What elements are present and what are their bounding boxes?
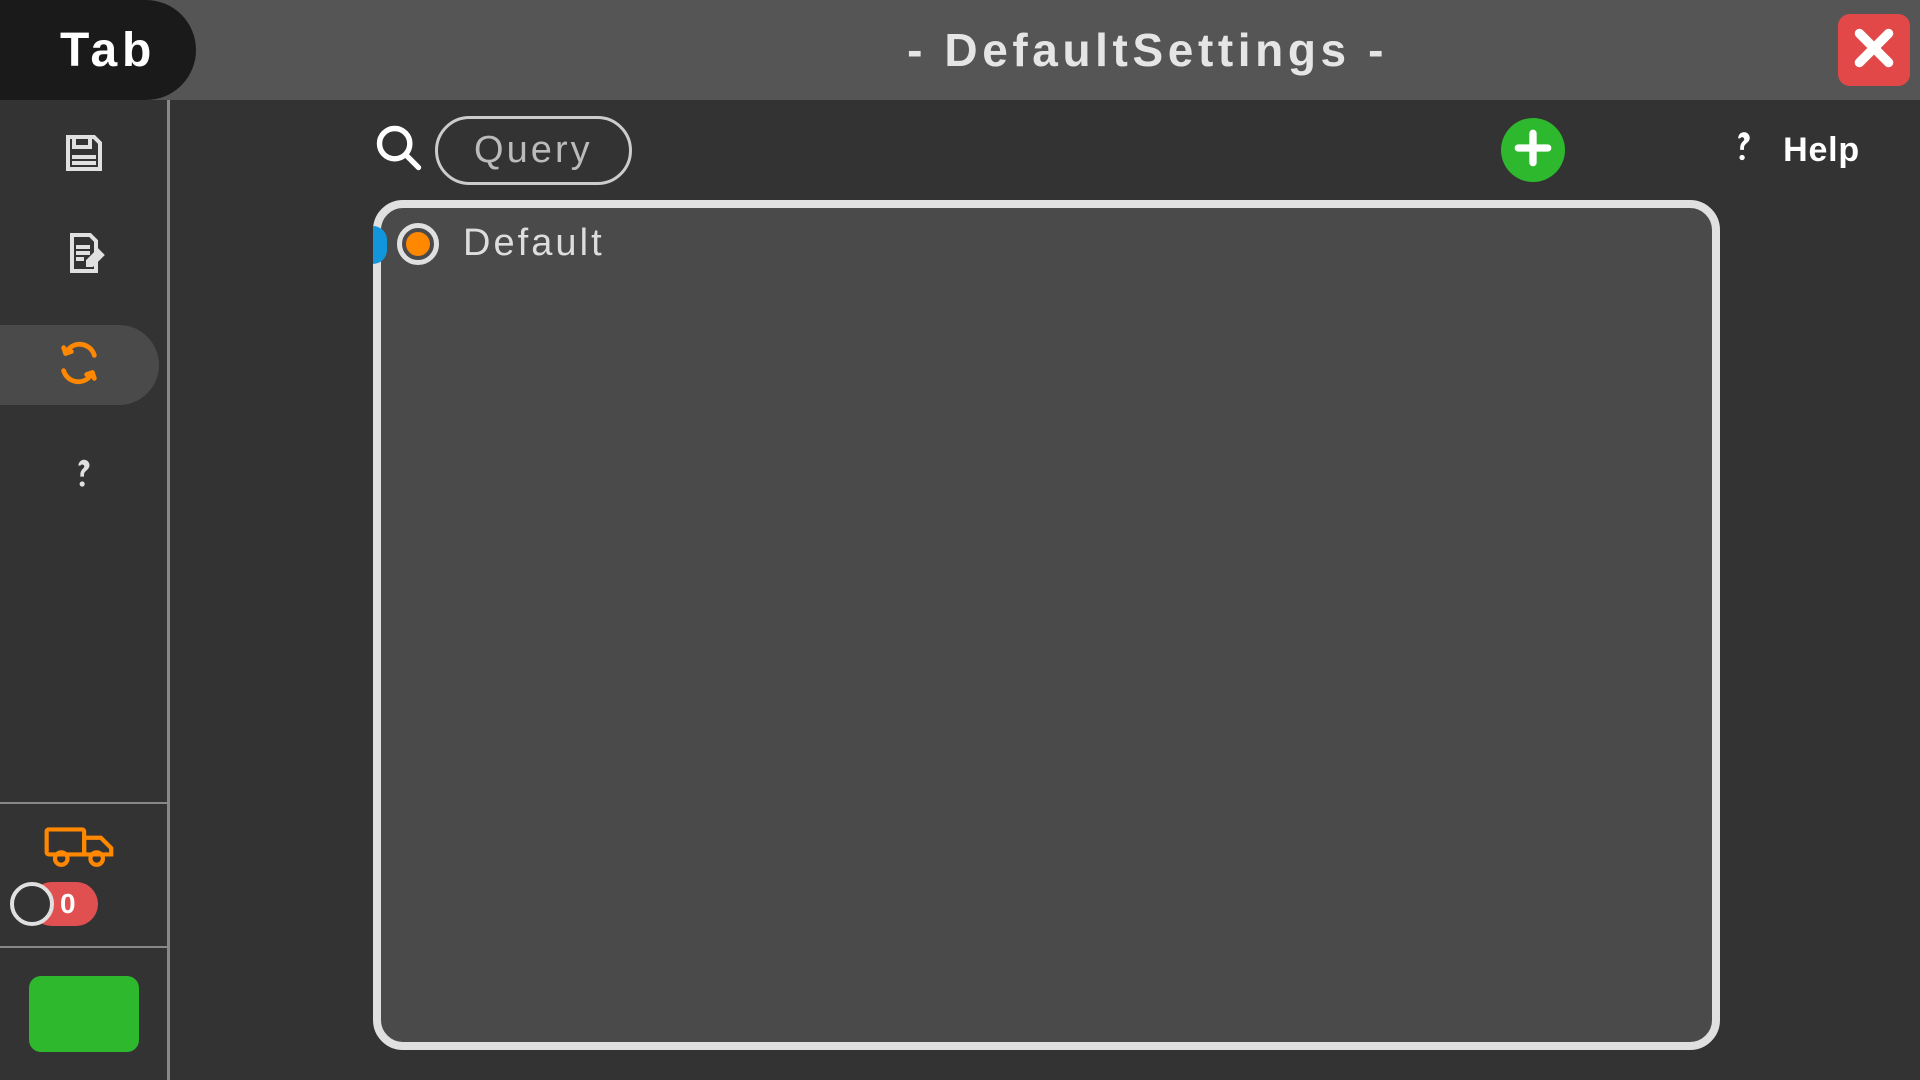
profiles-list: Default bbox=[373, 200, 1720, 1050]
main-area: Query Help De bbox=[173, 100, 1920, 1080]
help-button[interactable]: Help bbox=[1705, 123, 1860, 178]
search-icon bbox=[373, 122, 425, 179]
toolbar: Query Help bbox=[173, 100, 1920, 200]
delivery-status[interactable]: 0 bbox=[0, 804, 167, 948]
truck-icon bbox=[42, 819, 118, 874]
plus-icon bbox=[1511, 126, 1555, 175]
sync-button[interactable] bbox=[0, 325, 159, 405]
edit-document-button[interactable] bbox=[54, 225, 114, 285]
profiles-label: Profiles bbox=[226, 26, 407, 74]
save-button[interactable] bbox=[54, 125, 114, 185]
selection-indicator bbox=[373, 226, 387, 264]
list-item[interactable]: Default bbox=[381, 208, 1712, 279]
document-edit-icon bbox=[60, 229, 108, 282]
save-icon bbox=[60, 129, 108, 182]
search-input[interactable]: Query bbox=[435, 116, 632, 185]
profiles-tab[interactable]: Profiles bbox=[166, 5, 457, 95]
tab-label: Tab bbox=[60, 23, 156, 78]
confirm-button[interactable] bbox=[29, 976, 139, 1052]
add-button[interactable] bbox=[1501, 118, 1565, 182]
help-label: Help bbox=[1783, 131, 1860, 170]
page-title: - DefaultSettings - bbox=[457, 23, 1838, 77]
close-button[interactable] bbox=[1838, 14, 1910, 86]
tab-button[interactable]: Tab bbox=[0, 0, 196, 100]
radio-icon[interactable] bbox=[397, 223, 439, 265]
list-item-label: Default bbox=[463, 222, 605, 265]
status-circle-icon bbox=[10, 882, 54, 926]
close-icon bbox=[1849, 23, 1899, 78]
search-placeholder: Query bbox=[474, 129, 593, 171]
sync-icon bbox=[56, 340, 102, 391]
header-bar: Tab Profiles - DefaultSettings - bbox=[0, 0, 1920, 100]
sidebar-help-button[interactable] bbox=[54, 445, 114, 505]
question-icon bbox=[62, 451, 106, 500]
question-icon bbox=[1721, 123, 1767, 178]
sidebar: 0 bbox=[0, 100, 170, 1080]
